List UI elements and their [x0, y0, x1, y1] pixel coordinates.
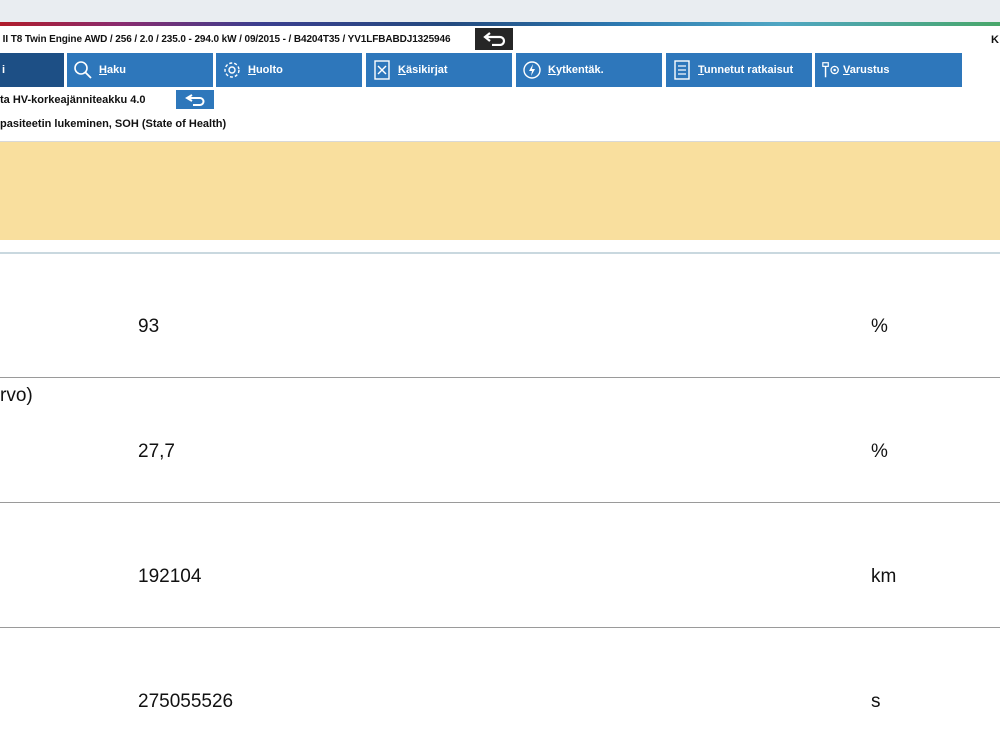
tab-home[interactable]: i [0, 53, 64, 87]
gear-icon [222, 60, 242, 80]
reading-row: 93 % [0, 254, 1000, 378]
back-arrow-icon [185, 93, 205, 106]
row-separator [0, 627, 1000, 628]
back-arrow-icon [483, 32, 506, 46]
reading-value: 275055526 [138, 691, 234, 712]
document-list-icon [672, 60, 692, 80]
vehicle-info-text: ­ II T8 Twin Engine AWD / 256 / 2.0 / 23… [0, 34, 451, 45]
main-tab-bar: i Haku Huolto Käsikirjat Kytkentäk. Tunn… [0, 53, 1000, 87]
tab-huolto[interactable]: Huolto [216, 53, 362, 87]
tab-kasikirjat[interactable]: Käsikirjat [366, 53, 512, 87]
reading-value: 192104 [138, 566, 202, 587]
tab-haku-label: Haku [99, 64, 126, 76]
reading-value: 27,7 [138, 441, 175, 462]
breadcrumb-title: ta HV-korkeajänniteakku 4.0 [0, 94, 146, 106]
reading-unit: s [871, 691, 881, 712]
reading-row: 275055526 s [0, 629, 1000, 750]
reading-unit: % [871, 441, 888, 462]
page-subtitle: pasiteetin lukeminen, SOH (State of Heal… [0, 118, 227, 130]
reading-value: 93 [138, 316, 160, 337]
reading-row: rvo) 27,7 % [0, 379, 1000, 503]
search-icon [73, 60, 93, 80]
top-strip [0, 0, 1000, 22]
tab-kytkentak-label: Kytkentäk. [548, 64, 604, 76]
tab-huolto-label: Huolto [248, 64, 283, 76]
tab-varustus[interactable]: Varustus [815, 53, 962, 87]
tab-kasikirjat-label: Käsikirjat [398, 64, 448, 76]
lightning-icon [522, 60, 542, 80]
reading-row: 192104 km [0, 504, 1000, 628]
info-banner [0, 142, 1000, 240]
breadcrumb: ta HV-korkeajänniteakku 4.0 [0, 90, 1000, 110]
tab-home-label: i [2, 64, 6, 76]
reading-unit: % [871, 316, 888, 337]
reading-unit: km [871, 566, 897, 587]
tab-tunnetut-ratkaisut[interactable]: Tunnetut ratkaisut [666, 53, 812, 87]
row-separator [0, 377, 1000, 378]
vehicle-back-button[interactable] [475, 28, 513, 50]
tab-tunnetut-ratkaisut-label: Tunnetut ratkaisut [698, 64, 794, 76]
breadcrumb-back-button[interactable] [176, 90, 214, 109]
header-right-letter: K [991, 34, 999, 46]
reading-label: rvo) [0, 385, 33, 406]
tab-haku[interactable]: Haku [67, 53, 213, 87]
manual-icon [372, 60, 392, 80]
equipment-icon [821, 60, 841, 80]
tab-kytkentak[interactable]: Kytkentäk. [516, 53, 662, 87]
tab-varustus-label: Varustus [843, 64, 890, 76]
row-separator [0, 502, 1000, 503]
